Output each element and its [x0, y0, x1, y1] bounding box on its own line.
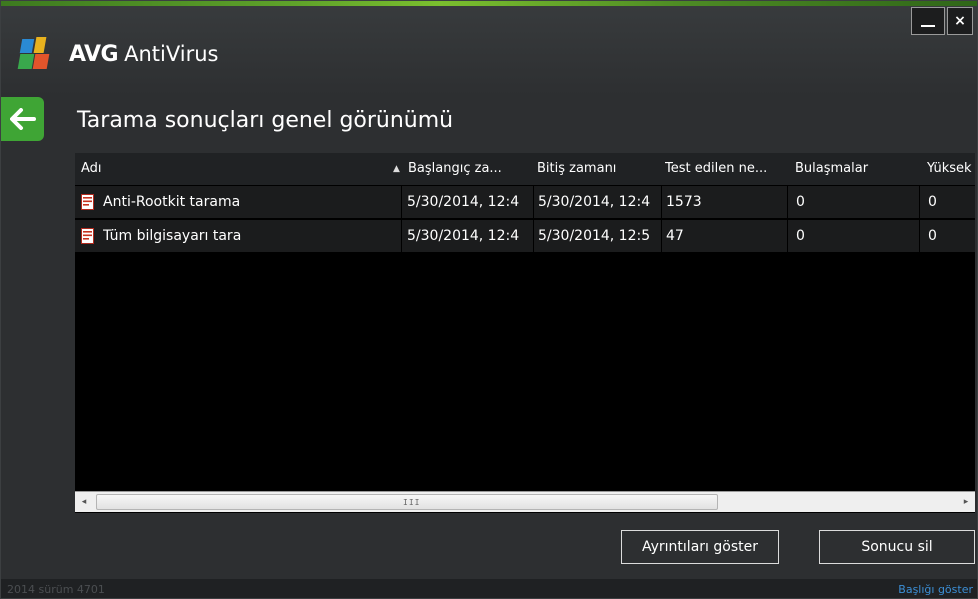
cell-end-time: 5/30/2014, 12:5: [533, 220, 661, 252]
product-name: AntiVirus: [124, 42, 219, 66]
grip-icon: III: [403, 498, 421, 507]
cell-high: 0: [919, 186, 975, 218]
cell-start-time: 5/30/2014, 12:4: [401, 186, 533, 218]
cell-end-time: 5/30/2014, 12:4: [533, 186, 661, 218]
column-header-name[interactable]: Adı: [81, 153, 381, 185]
column-header-tested-objects[interactable]: Test edilen ne...: [665, 153, 783, 185]
back-button[interactable]: [1, 97, 44, 141]
table-header: Adı ▲ Başlangıç za... Bitiş zamanı Test …: [75, 153, 975, 185]
column-header-end-time[interactable]: Bitiş zamanı: [537, 153, 657, 185]
page-title: Tarama sonuçları genel görünümü: [77, 108, 454, 133]
scan-report-icon: [81, 194, 94, 210]
cell-high: 0: [919, 220, 975, 252]
show-header-link[interactable]: Başlığı göster: [898, 583, 973, 596]
sort-ascending-icon: ▲: [393, 164, 400, 174]
horizontal-scrollbar[interactable]: ◂ III ▸: [75, 491, 975, 512]
scroll-left-icon[interactable]: ◂: [75, 492, 93, 512]
scroll-right-icon[interactable]: ▸: [957, 492, 975, 512]
cell-tested-objects: 47: [661, 220, 787, 252]
minimize-button[interactable]: [911, 7, 945, 35]
table-row[interactable]: Tüm bilgisayarı tara 5/30/2014, 12:4 5/3…: [75, 220, 975, 253]
table-row[interactable]: Anti-Rootkit tarama 5/30/2014, 12:4 5/30…: [75, 186, 975, 219]
delete-result-button[interactable]: Sonucu sil: [819, 530, 975, 564]
app-brand: AVG AntiVirus: [17, 37, 219, 71]
avg-logo-icon: [17, 37, 63, 71]
cell-tested-objects: 1573: [661, 186, 787, 218]
scan-report-icon: [81, 228, 94, 244]
column-header-infections[interactable]: Bulaşmalar: [795, 153, 915, 185]
cell-infections: 0: [787, 186, 919, 218]
scrollbar-thumb[interactable]: III: [96, 494, 718, 510]
window-controls: ×: [911, 7, 973, 35]
version-label: 2014 sürüm 4701: [7, 583, 105, 596]
cell-name: Anti-Rootkit tarama: [103, 194, 241, 210]
status-bar: 2014 sürüm 4701 Başlığı göster: [1, 579, 977, 598]
show-details-button[interactable]: Ayrıntıları göster: [621, 530, 779, 564]
arrow-left-icon: [9, 108, 36, 130]
app-window: × AVG AntiVirus Tarama sonuçları genel g…: [0, 0, 978, 599]
cell-start-time: 5/30/2014, 12:4: [401, 220, 533, 252]
close-button[interactable]: ×: [947, 7, 973, 35]
cell-name: Tüm bilgisayarı tara: [103, 228, 242, 244]
minimize-icon: [921, 25, 935, 27]
scan-results-table: Adı ▲ Başlangıç za... Bitiş zamanı Test …: [75, 153, 975, 513]
brand-name: AVG: [69, 41, 119, 67]
column-header-start-time[interactable]: Başlangıç za...: [408, 153, 528, 185]
cell-infections: 0: [787, 220, 919, 252]
column-header-high[interactable]: Yüksek: [927, 153, 975, 185]
